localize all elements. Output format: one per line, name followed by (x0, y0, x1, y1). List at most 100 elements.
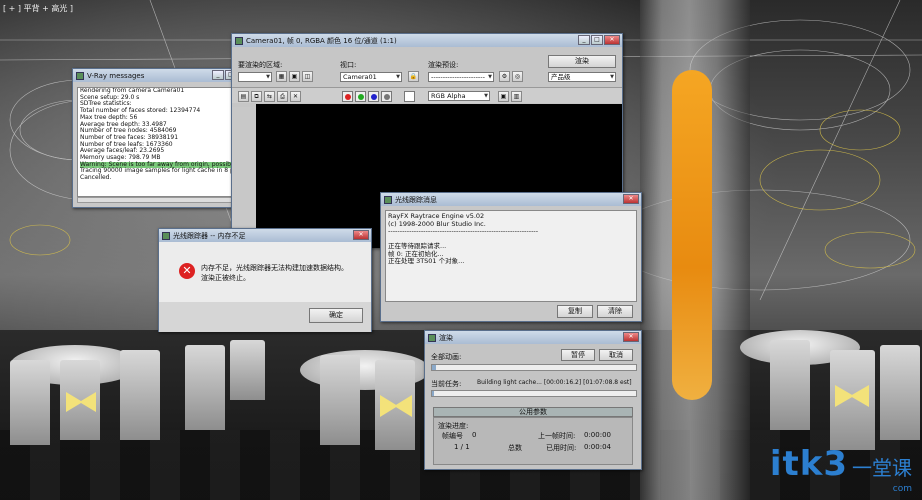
close-icon[interactable]: ✕ (623, 194, 639, 204)
framebuffer-app-icon (235, 36, 243, 45)
orange-ribbon-decoration (672, 70, 712, 400)
frame-count-value: 1 / 1 (454, 443, 470, 451)
maximize-icon[interactable]: □ (591, 35, 603, 45)
error-app-icon (162, 231, 170, 240)
rayfx-line: (c) 1998-2000 Blur Studio Inc. (388, 219, 486, 228)
lock-icon[interactable]: 🔒 (408, 71, 419, 82)
auto-region-icon[interactable]: ▣ (289, 71, 300, 82)
close-icon[interactable]: ✕ (353, 230, 369, 240)
product-level-dropdown[interactable]: 产品级 (548, 72, 616, 82)
all-frames-label: 全部动画: (431, 353, 462, 361)
vray-app-icon (76, 71, 84, 80)
error-message-line2: 渲染正被终止。 (201, 274, 250, 282)
last-frame-time-value: 0:00:00 (584, 431, 611, 439)
chair (320, 355, 360, 445)
copy-image-icon[interactable]: ⧉ (251, 91, 262, 102)
chair (230, 340, 265, 400)
ok-button[interactable]: 确定 (309, 308, 363, 323)
total-label: 总数 (508, 444, 522, 452)
current-task-value: Building light cache... [00:00:16.2] [01… (477, 379, 632, 386)
cancel-button[interactable]: 取消 (599, 349, 633, 361)
chair (770, 340, 810, 430)
area-dropdown[interactable] (238, 72, 272, 82)
elapsed-value: 0:00:04 (584, 443, 611, 451)
framebuffer-title: Camera01, 帧 0, RGBA 颜色 16 位/通道 (1:1) (246, 36, 397, 45)
elapsed-label: 已用时间: (546, 444, 577, 452)
frame-number-label: 帧编号 (442, 432, 463, 440)
green-channel-icon[interactable] (355, 91, 366, 102)
chair (10, 360, 50, 445)
edit-region-icon[interactable]: ▦ (276, 71, 287, 82)
clear-button[interactable]: 清除 (597, 305, 633, 318)
crop-icon[interactable]: ◫ (302, 71, 313, 82)
rendering-progress-window[interactable]: 渲染 ✕ 全部动画: 暂停 取消 当前任务: Building light ca… (424, 330, 642, 470)
rayfx-title: 光线跟踪消息 (395, 195, 437, 204)
print-icon[interactable]: ⎙ (277, 91, 288, 102)
common-params-rollout[interactable]: 公用参数 (433, 407, 633, 417)
blue-channel-icon[interactable] (368, 91, 379, 102)
clear-icon[interactable]: ✕ (290, 91, 301, 102)
rayfx-line: 正在处理 3TS01 个对象... (388, 257, 465, 265)
alpha-channel-icon[interactable] (381, 91, 392, 102)
common-params-panel: 渲染进度: 帧编号 0 上一帧时间: 0:00:00 1 / 1 总数 已用时间… (433, 417, 633, 465)
rayfx-app-icon (384, 195, 392, 204)
error-title: 光线跟踪器 -- 内存不足 (173, 231, 246, 240)
vray-title: V-Ray messages (87, 71, 145, 80)
error-icon: ✕ (179, 263, 195, 279)
color-swatch[interactable] (404, 91, 415, 102)
vray-log[interactable]: Rendering from camera Camera01 Scene set… (77, 87, 247, 197)
render-title: 渲染 (439, 333, 453, 342)
horizontal-scrollbar[interactable] (77, 197, 247, 203)
copy-button[interactable]: 复制 (557, 305, 593, 318)
minimize-icon[interactable]: _ (212, 70, 224, 80)
save-image-icon[interactable]: ▤ (238, 91, 249, 102)
watermark: itk3 一堂课 com (770, 444, 912, 494)
render-button[interactable]: 渲染 (548, 55, 616, 68)
vray-messages-window[interactable]: V-Ray messages _ □ ✕ Rendering from came… (72, 68, 257, 208)
current-task-progress-bar (431, 390, 637, 397)
last-frame-time-label: 上一帧时间: (538, 432, 576, 440)
raytrace-messages-window[interactable]: 光线跟踪消息 ✕ RayFX Raytrace Engine v5.02 (c)… (380, 192, 642, 322)
viewport-dropdown[interactable]: Camera01 (340, 72, 402, 82)
framebuffer-toolbar-2: ▤ ⧉ ⇆ ⎙ ✕ RGB Alpha ▣ ▥ (232, 87, 622, 103)
preset-label: 渲染预设: (428, 61, 459, 69)
watermark-sub: 一堂课 (852, 456, 912, 480)
framebuffer-titlebar[interactable]: Camera01, 帧 0, RGBA 颜色 16 位/通道 (1:1) _ □… (232, 34, 622, 47)
rayfx-log[interactable]: RayFX Raytrace Engine v5.02 (c) 1998-200… (385, 210, 637, 302)
close-icon[interactable]: ✕ (623, 332, 639, 342)
chair (880, 345, 920, 440)
vray-titlebar[interactable]: V-Ray messages _ □ ✕ (73, 69, 256, 82)
rayfx-separator: ----------------------------------------… (388, 228, 539, 235)
clone-window-icon[interactable]: ⇆ (264, 91, 275, 102)
area-label: 要渲染的区域: (238, 61, 283, 69)
log-line: Cancelled. (80, 174, 112, 182)
watermark-main: itk3 (769, 444, 848, 484)
current-task-label: 当前任务: (431, 380, 462, 388)
environment-icon[interactable]: ◎ (512, 71, 523, 82)
watermark-suffix: com (892, 484, 912, 494)
error-titlebar[interactable]: 光线跟踪器 -- 内存不足 ✕ (159, 229, 371, 242)
chair (120, 350, 160, 440)
render-setup-icon[interactable]: ⚙ (499, 71, 510, 82)
close-icon[interactable]: ✕ (604, 35, 620, 45)
channel-dropdown[interactable]: RGB Alpha (428, 91, 490, 101)
display-alpha-icon[interactable]: ▣ (498, 91, 509, 102)
error-footer: 确定 (159, 302, 371, 332)
minimize-icon[interactable]: _ (578, 35, 590, 45)
render-titlebar[interactable]: 渲染 ✕ (425, 331, 641, 344)
common-params-label: 公用参数 (519, 408, 547, 416)
rayfx-titlebar[interactable]: 光线跟踪消息 ✕ (381, 193, 641, 206)
viewport-label: 视口: (340, 61, 357, 69)
render-progress-label: 渲染进度: (438, 422, 469, 430)
pause-button[interactable]: 暂停 (561, 349, 595, 361)
all-frames-progress-bar (431, 364, 637, 371)
render-app-icon (428, 333, 436, 342)
mono-icon[interactable]: ▥ (511, 91, 522, 102)
viewport-label[interactable]: [ + ] 平背 + 高光 ] (3, 3, 73, 14)
frame-number-value: 0 (472, 431, 477, 439)
preset-dropdown[interactable]: ----------------------- (428, 72, 494, 82)
error-message-line1: 内存不足，光线跟踪器无法构建加速数据结构。 (201, 264, 348, 272)
chair (185, 345, 225, 430)
red-channel-icon[interactable] (342, 91, 353, 102)
out-of-memory-dialog[interactable]: 光线跟踪器 -- 内存不足 ✕ 内存不足，光线跟踪器无法构建加速数据结构。 渲染… (158, 228, 372, 332)
